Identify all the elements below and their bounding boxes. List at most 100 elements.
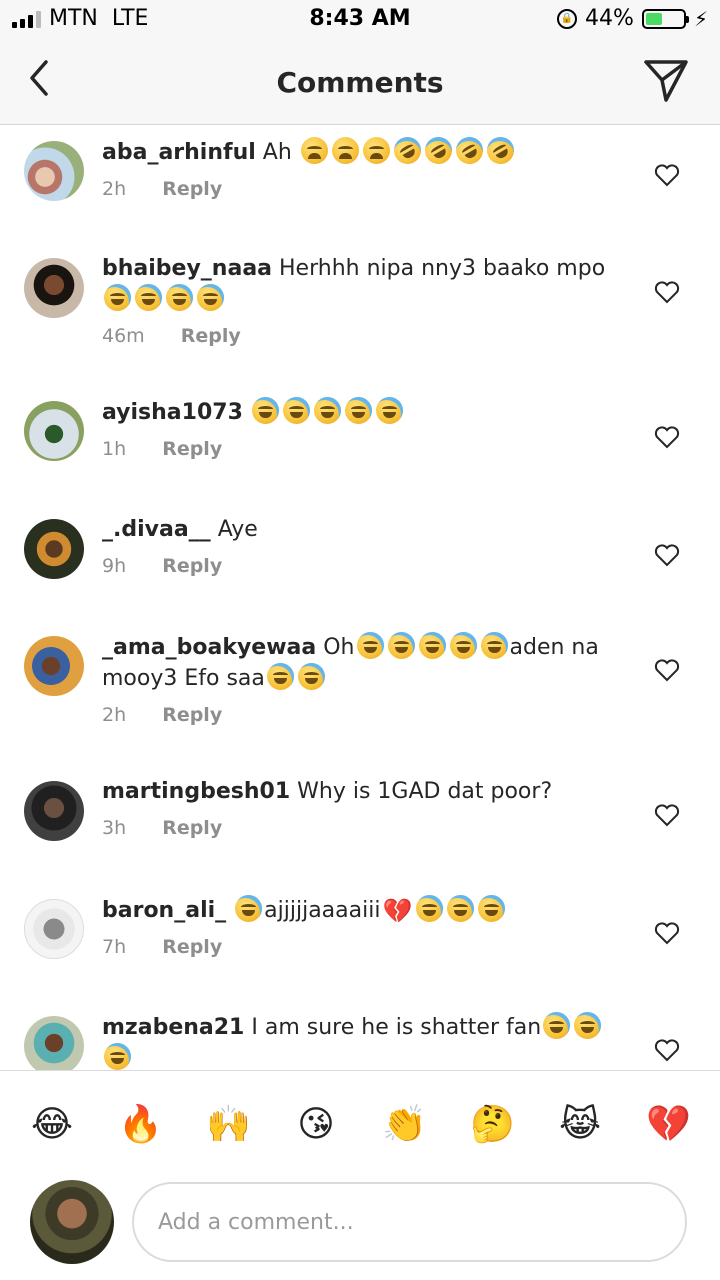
tears-of-joy-emoji bbox=[387, 632, 415, 659]
comment-username[interactable]: martingbesh01 bbox=[102, 779, 290, 804]
add-comment-input[interactable] bbox=[132, 1182, 687, 1262]
comment-time: 7h bbox=[102, 936, 127, 958]
reply-button[interactable]: Reply bbox=[162, 555, 222, 577]
tears-of-joy-emoji bbox=[447, 895, 475, 922]
tears-of-joy-emoji bbox=[297, 663, 325, 690]
comment-text: Why is 1GAD dat poor? bbox=[297, 779, 553, 804]
reply-button[interactable]: Reply bbox=[162, 178, 222, 200]
comment-body: martingbesh01 Why is 1GAD dat poor? 3h R… bbox=[102, 777, 622, 843]
tears-of-joy-emoji bbox=[344, 397, 372, 424]
heart-icon[interactable] bbox=[654, 280, 680, 304]
avatar[interactable] bbox=[24, 1016, 84, 1070]
comment-username[interactable]: baron_ali_ bbox=[102, 898, 226, 923]
comment-meta: 7h Reply bbox=[102, 932, 622, 962]
status-right: 🔒 44% ⚡ bbox=[557, 6, 708, 31]
header: Comments bbox=[0, 40, 720, 125]
rofl-emoji bbox=[450, 132, 488, 169]
avatar[interactable] bbox=[24, 519, 84, 579]
comment-time: 3h bbox=[102, 817, 127, 839]
comment-body: mzabena21 I am sure he is shatter fan bbox=[102, 1012, 622, 1070]
comment-body: _ama_boakyewaa Oh aden na mooy3 Efo saa 2… bbox=[102, 632, 622, 730]
thinking-face-emoji-button[interactable]: 🤔 bbox=[470, 1103, 515, 1147]
tears-of-joy-emoji bbox=[543, 1012, 571, 1039]
tears-of-joy-emoji bbox=[197, 284, 224, 311]
paper-plane-icon[interactable] bbox=[642, 56, 690, 104]
my-avatar bbox=[30, 1180, 114, 1264]
heart-icon[interactable] bbox=[654, 543, 680, 567]
comment-username[interactable]: ayisha1073 bbox=[102, 400, 243, 425]
reply-button[interactable]: Reply bbox=[162, 438, 222, 460]
battery-fill bbox=[645, 12, 662, 25]
comment-item: mzabena21 I am sure he is shatter fan bbox=[0, 1000, 720, 1070]
comment-meta: 3h Reply bbox=[102, 813, 622, 843]
tears-of-joy-emoji bbox=[480, 632, 508, 659]
avatar[interactable] bbox=[24, 141, 84, 201]
comment-username[interactable]: mzabena21 bbox=[102, 1015, 244, 1040]
tears-of-joy-emoji bbox=[266, 663, 294, 690]
tears-of-joy-emoji bbox=[416, 895, 444, 922]
tears-of-joy-emoji bbox=[135, 284, 162, 311]
comment-item: bhaibey_naaa Herhhh nipa nny3 baako mpo … bbox=[0, 242, 720, 382]
tears-of-joy-emoji bbox=[375, 397, 403, 424]
comment-username[interactable]: aba_arhinful bbox=[102, 140, 256, 165]
reply-button[interactable]: Reply bbox=[162, 936, 222, 958]
tears-of-joy-emoji bbox=[356, 632, 384, 659]
broken-heart-emoji-button[interactable]: 💔 bbox=[646, 1103, 691, 1147]
weary-face-emoji bbox=[362, 137, 390, 164]
avatar[interactable] bbox=[24, 899, 84, 959]
heart-icon[interactable] bbox=[654, 658, 680, 682]
weary-face-emoji bbox=[331, 137, 359, 164]
fire-emoji-button[interactable]: 🔥 bbox=[118, 1103, 163, 1147]
tears-of-joy-emoji bbox=[574, 1012, 602, 1039]
tears-of-joy-emoji bbox=[235, 895, 263, 922]
reply-button[interactable]: Reply bbox=[181, 325, 241, 347]
avatar[interactable] bbox=[24, 636, 84, 696]
heart-icon[interactable] bbox=[654, 1038, 680, 1062]
comment-meta: 9h Reply bbox=[102, 551, 622, 581]
rofl-emoji bbox=[388, 132, 426, 169]
heart-icon[interactable] bbox=[654, 425, 680, 449]
broken-heart-emoji: 💔 bbox=[382, 897, 413, 925]
avatar[interactable] bbox=[24, 401, 84, 461]
tears-of-joy-emoji bbox=[251, 397, 279, 424]
kiss-face-emoji-button[interactable]: 😘 bbox=[294, 1103, 338, 1147]
comment-text: I am sure he is shatter fan bbox=[251, 1015, 542, 1040]
comment-username[interactable]: _ama_boakyewaa bbox=[102, 635, 316, 660]
avatar[interactable] bbox=[24, 781, 84, 841]
comment-body: ayisha1073 1h Reply bbox=[102, 397, 622, 464]
comment-item: baron_ali_ ajjjjjaaaaiii💔 7h Reply bbox=[0, 883, 720, 993]
comment-time: 46m bbox=[102, 325, 145, 347]
tears-of-joy-emoji bbox=[104, 284, 131, 311]
comment-body: aba_arhinful Ah 2h Reply bbox=[102, 132, 622, 204]
weary-face-emoji bbox=[300, 137, 328, 164]
comment-meta: 1h Reply bbox=[102, 434, 622, 464]
comment-body: baron_ali_ ajjjjjaaaaiii💔 7h Reply bbox=[102, 895, 622, 962]
comment-text: Ah bbox=[262, 140, 292, 165]
clapping-hands-emoji-button[interactable]: 👏 bbox=[382, 1103, 427, 1147]
comment-text: Herhhh nipa nny3 baako mpo bbox=[279, 256, 606, 281]
rofl-emoji bbox=[419, 132, 457, 169]
tears-of-joy-emoji-button[interactable]: 😂 bbox=[30, 1103, 74, 1147]
comment-username[interactable]: _.divaa__ bbox=[102, 517, 211, 542]
crying-cat-emoji-button[interactable]: 😹 bbox=[558, 1103, 602, 1147]
heart-icon[interactable] bbox=[654, 921, 680, 945]
rotation-lock-icon: 🔒 bbox=[557, 8, 578, 29]
comment-text: ajjjjjaaaaiii bbox=[264, 898, 381, 923]
tears-of-joy-emoji bbox=[104, 1043, 131, 1070]
comment-username[interactable]: bhaibey_naaa bbox=[102, 256, 272, 281]
heart-icon[interactable] bbox=[654, 163, 680, 187]
avatar[interactable] bbox=[24, 258, 84, 318]
charging-bolt-icon: ⚡ bbox=[693, 6, 708, 31]
reply-button[interactable]: Reply bbox=[162, 817, 222, 839]
comment-item: _.divaa__ Aye 9h Reply bbox=[0, 503, 720, 613]
reply-button[interactable]: Reply bbox=[162, 704, 222, 726]
heart-icon[interactable] bbox=[654, 803, 680, 827]
tears-of-joy-emoji bbox=[478, 895, 506, 922]
raising-hands-emoji-button[interactable]: 🙌 bbox=[206, 1103, 251, 1147]
comment-body: bhaibey_naaa Herhhh nipa nny3 baako mpo … bbox=[102, 254, 622, 351]
tears-of-joy-emoji bbox=[418, 632, 446, 659]
tears-of-joy-emoji bbox=[166, 284, 193, 311]
tears-of-joy-emoji bbox=[449, 632, 477, 659]
comments-list[interactable]: aba_arhinful Ah 2h Reply bhaibey_naaa He… bbox=[0, 125, 720, 1070]
comment-body: _.divaa__ Aye 9h Reply bbox=[102, 515, 622, 581]
